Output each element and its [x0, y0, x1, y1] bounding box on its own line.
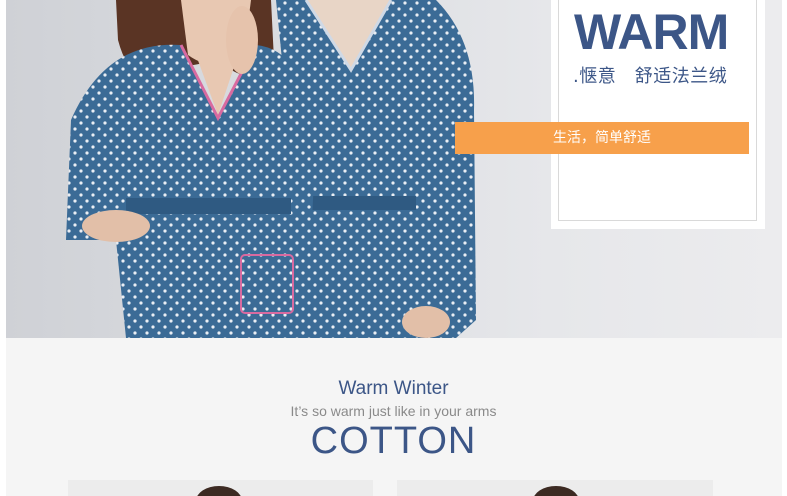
model-head-right [533, 486, 579, 496]
brand-word: WARM [574, 4, 729, 60]
slogan-bar: 生活，简单舒适 [455, 122, 749, 154]
section-subtitle: It’s so warm just like in your arms [290, 403, 497, 419]
section-heading: COTTON [310, 420, 477, 462]
model-head-left [196, 486, 242, 496]
product-thumbnail-right[interactable] [397, 480, 713, 496]
couple-in-bathrobes-photo [66, 0, 476, 338]
section-title: Warm Winter [338, 378, 449, 399]
product-thumbnail-left[interactable] [68, 480, 373, 496]
product-page: WARM .惬意 舒适法兰绒 生活，简单舒适 Warm Winter It’s … [0, 0, 787, 496]
product-tagline: .惬意 舒适法兰绒 [573, 66, 728, 87]
